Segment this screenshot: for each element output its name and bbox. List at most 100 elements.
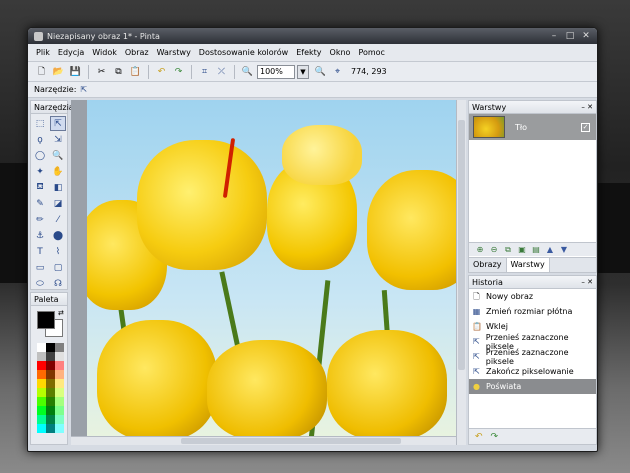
image-canvas[interactable] — [87, 100, 456, 436]
zoom-in-icon[interactable]: 🔍 — [313, 64, 328, 79]
menu-view[interactable]: Widok — [88, 48, 121, 57]
swatch[interactable] — [55, 361, 64, 370]
merge-layer-icon[interactable]: ▣ — [517, 245, 527, 255]
history-item[interactable]: ▦ Zmień rozmiar płótna — [469, 304, 596, 319]
move-selection-icon[interactable]: ⇲ — [50, 132, 66, 147]
pan-icon[interactable]: ✋ — [50, 164, 66, 179]
swatch[interactable] — [37, 406, 46, 415]
swatch[interactable] — [46, 352, 55, 361]
deselect-icon[interactable]: ⤫ — [214, 64, 229, 79]
swatch[interactable] — [37, 424, 46, 433]
swatch[interactable] — [55, 388, 64, 397]
pencil-icon[interactable]: ✏ — [32, 212, 48, 227]
maximize-button[interactable]: □ — [565, 31, 575, 41]
scrollbar-thumb[interactable] — [458, 120, 465, 370]
paint-bucket-icon[interactable]: ⛾ — [32, 180, 48, 195]
swatch[interactable] — [55, 343, 64, 352]
clone-stamp-icon[interactable]: ⚓ — [32, 228, 48, 243]
freeform-shape-icon[interactable]: ☊ — [50, 276, 66, 291]
swatch[interactable] — [46, 343, 55, 352]
swatch[interactable] — [46, 379, 55, 388]
close-icon[interactable]: – ✕ — [581, 276, 596, 288]
swatch[interactable] — [46, 388, 55, 397]
line-curve-icon[interactable]: ⌇ — [50, 244, 66, 259]
move-layer-down-icon[interactable]: ▼ — [559, 245, 569, 255]
menu-window[interactable]: Okno — [326, 48, 355, 57]
paintbrush-icon[interactable]: ✎ — [32, 196, 48, 211]
menu-file[interactable]: Plik — [32, 48, 54, 57]
primary-color[interactable] — [37, 311, 55, 329]
swatch[interactable] — [55, 397, 64, 406]
swatch[interactable] — [46, 424, 55, 433]
minimize-button[interactable]: – — [549, 31, 559, 41]
move-selected-icon[interactable]: ⇱ — [50, 116, 66, 131]
swatch[interactable] — [37, 361, 46, 370]
gradient-icon[interactable]: ◧ — [50, 180, 66, 195]
swatch[interactable] — [37, 415, 46, 424]
layer-properties-icon[interactable]: ▤ — [531, 245, 541, 255]
swatch[interactable] — [55, 370, 64, 379]
color-picker-icon[interactable]: ⁄ — [50, 212, 66, 227]
swatch[interactable] — [37, 388, 46, 397]
swatch[interactable] — [37, 379, 46, 388]
save-icon[interactable]: 💾 — [68, 64, 83, 79]
close-button[interactable]: ✕ — [581, 31, 591, 41]
rounded-rectangle-icon[interactable]: ▢ — [50, 260, 66, 275]
tab-images[interactable]: Obrazy — [469, 258, 507, 272]
ellipse-icon[interactable]: ⬭ — [32, 276, 48, 291]
swatch[interactable] — [37, 397, 46, 406]
swatch[interactable] — [46, 361, 55, 370]
rectangle-select-icon[interactable]: ⬚ — [32, 116, 48, 131]
copy-icon[interactable]: ⧉ — [111, 64, 126, 79]
crop-icon[interactable]: ⌗ — [197, 64, 212, 79]
swatch[interactable] — [46, 415, 55, 424]
history-item[interactable]: ⇱ Przenieś zaznaczone piksele — [469, 348, 596, 366]
menu-adjustments[interactable]: Dostosowanie kolorów — [195, 48, 292, 57]
close-icon[interactable]: – ✕ — [581, 101, 596, 113]
vertical-scrollbar[interactable] — [456, 100, 466, 445]
redo-icon[interactable]: ↷ — [171, 64, 186, 79]
swap-colors-icon[interactable]: ⇄ — [58, 309, 64, 317]
menu-edit[interactable]: Edycja — [54, 48, 88, 57]
cut-icon[interactable]: ✂ — [94, 64, 109, 79]
layer-item[interactable]: Tło ✓ — [469, 114, 596, 140]
swatch[interactable] — [37, 343, 46, 352]
swatch[interactable] — [55, 352, 64, 361]
duplicate-layer-icon[interactable]: ⧉ — [503, 245, 513, 255]
zoom-out-icon[interactable]: 🔍 — [240, 64, 255, 79]
swatch[interactable] — [55, 415, 64, 424]
swatch[interactable] — [37, 370, 46, 379]
swatch[interactable] — [55, 406, 64, 415]
menu-layers[interactable]: Warstwy — [153, 48, 195, 57]
menu-image[interactable]: Obraz — [121, 48, 153, 57]
magic-wand-icon[interactable]: ✦ — [32, 164, 48, 179]
move-layer-up-icon[interactable]: ▲ — [545, 245, 555, 255]
text-icon[interactable]: T — [32, 244, 48, 259]
recolor-icon[interactable]: ⬤ — [50, 228, 66, 243]
zoom-combobox[interactable]: 100% — [257, 64, 295, 79]
undo-icon[interactable]: ↶ — [475, 432, 483, 442]
add-layer-icon[interactable]: ⊕ — [475, 245, 485, 255]
delete-layer-icon[interactable]: ⊖ — [489, 245, 499, 255]
chevron-down-icon[interactable]: ▼ — [297, 64, 309, 79]
swatch[interactable] — [37, 352, 46, 361]
paste-icon[interactable]: 📋 — [128, 64, 143, 79]
swatch[interactable] — [55, 424, 64, 433]
menu-help[interactable]: Pomoc — [354, 48, 389, 57]
history-item[interactable]: 🗋 Nowy obraz — [469, 289, 596, 304]
swatch[interactable] — [46, 370, 55, 379]
menu-effects[interactable]: Efekty — [292, 48, 325, 57]
swatch[interactable] — [46, 406, 55, 415]
zoom-icon[interactable]: 🔍 — [50, 148, 66, 163]
open-file-icon[interactable]: 📂 — [51, 64, 66, 79]
rectangle-icon[interactable]: ▭ — [32, 260, 48, 275]
lasso-select-icon[interactable]: ϙ — [32, 132, 48, 147]
layer-visibility-checkbox[interactable]: ✓ — [581, 122, 590, 132]
redo-icon[interactable]: ↷ — [491, 432, 499, 442]
tab-layers[interactable]: Warstwy — [506, 258, 550, 272]
history-item[interactable]: ⇱ Zakończ pikselowanie — [469, 364, 596, 379]
history-item-selected[interactable]: ● Poświata — [469, 379, 596, 394]
eraser-icon[interactable]: ◪ — [50, 196, 66, 211]
scrollbar-thumb[interactable] — [181, 438, 401, 444]
horizontal-scrollbar[interactable] — [71, 436, 456, 445]
